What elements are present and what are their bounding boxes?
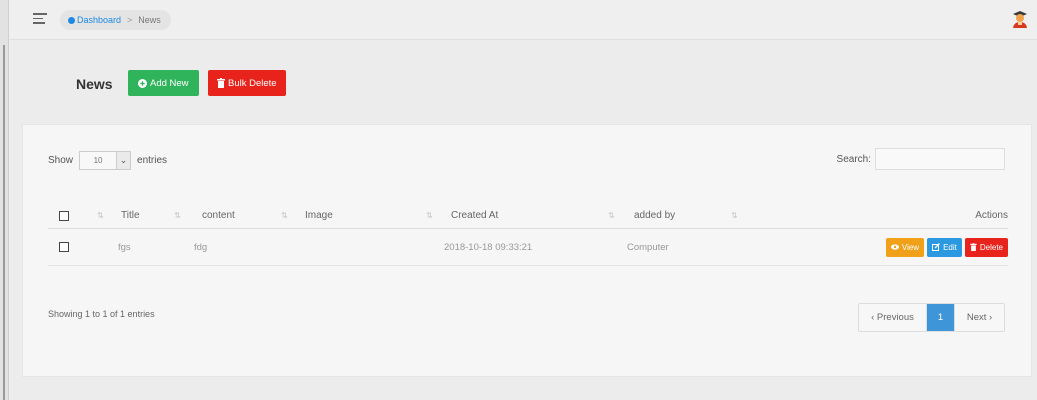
trash-icon	[217, 78, 225, 88]
left-edge-bar	[3, 45, 5, 400]
row-checkbox-cell	[59, 229, 69, 265]
delete-button[interactable]: Delete	[964, 237, 1008, 257]
entries-label: entries	[137, 155, 168, 166]
row-checkbox[interactable]	[59, 242, 69, 252]
edit-label: Edit	[943, 242, 957, 252]
breadcrumb-separator: >	[127, 15, 133, 25]
breadcrumb-current: News	[138, 15, 161, 25]
entries-select-value: 10	[93, 156, 103, 165]
sort-icon[interactable]: ⇅	[174, 211, 181, 220]
top-bar: Dashboard > News	[9, 0, 1037, 40]
left-edge	[0, 0, 9, 400]
header-content[interactable]: content	[202, 203, 235, 228]
dashboard-dot-icon	[68, 16, 75, 24]
chevron-down-icon: ⌄	[116, 152, 131, 169]
edit-button[interactable]: Edit	[927, 237, 962, 257]
entries-select[interactable]: 10 ⌄	[79, 151, 132, 170]
pagination: ‹ Previous 1 Next ›	[858, 303, 1005, 332]
search-box: Search:	[837, 148, 1005, 170]
length-menu: Show 10 ⌄ entries	[48, 151, 167, 170]
breadcrumb-dashboard-link[interactable]: Dashboard	[77, 15, 121, 25]
delete-label: Delete	[979, 242, 1003, 252]
row-created-at: 2018-10-18 09:33:21	[444, 241, 533, 253]
page-title: News	[76, 76, 113, 92]
row-title: fgs	[118, 241, 131, 253]
sort-icon[interactable]: ⇅	[608, 211, 615, 220]
sort-icon[interactable]: ⇅	[97, 211, 104, 220]
previous-page-button[interactable]: ‹ Previous	[859, 304, 927, 331]
bulk-delete-label: Bulk Delete	[228, 77, 277, 89]
table-header: ⇅ Title ⇅ content ⇅ Image ⇅ Created At ⇅…	[48, 203, 1008, 229]
table-info: Showing 1 to 1 of 1 entries	[48, 309, 155, 319]
next-page-button[interactable]: Next ›	[954, 304, 1004, 331]
select-all-checkbox-cell	[59, 203, 69, 228]
eye-icon	[890, 244, 899, 250]
page-1-button[interactable]: 1	[927, 304, 954, 331]
plus-circle-icon	[138, 78, 147, 88]
sort-icon[interactable]: ⇅	[281, 211, 288, 220]
search-label: Search:	[836, 153, 871, 165]
edit-icon	[932, 243, 941, 251]
sort-icon[interactable]: ⇅	[731, 211, 738, 220]
row-content: fdg	[194, 241, 208, 253]
add-new-label: Add New	[150, 77, 189, 89]
hamburger-icon[interactable]	[33, 13, 49, 25]
header-title[interactable]: Title	[121, 203, 140, 228]
table-row: fgs fdg 2018-10-18 09:33:21 Computer Vie…	[48, 229, 1008, 266]
user-avatar-icon[interactable]	[1011, 9, 1029, 29]
show-label: Show	[48, 155, 74, 166]
add-new-button[interactable]: Add New	[128, 70, 199, 96]
search-input[interactable]	[875, 148, 1005, 170]
header-actions: Actions	[975, 210, 1008, 221]
news-table-card: Show 10 ⌄ entries Search: ⇅ Title ⇅ cont…	[22, 124, 1032, 377]
trash-icon	[970, 243, 977, 251]
sort-icon[interactable]: ⇅	[426, 211, 433, 220]
row-added-by: Computer	[627, 241, 669, 253]
header-image[interactable]: Image	[305, 203, 333, 228]
select-all-checkbox[interactable]	[59, 210, 69, 221]
row-actions: View Edit Delete	[885, 229, 1008, 265]
view-label: View	[901, 242, 920, 252]
news-table: ⇅ Title ⇅ content ⇅ Image ⇅ Created At ⇅…	[48, 203, 1008, 266]
breadcrumb: Dashboard > News	[60, 10, 171, 30]
header-added-by[interactable]: added by	[634, 203, 675, 228]
header-created-at[interactable]: Created At	[451, 203, 498, 228]
view-button[interactable]: View	[885, 237, 925, 257]
bulk-delete-button[interactable]: Bulk Delete	[208, 70, 286, 96]
